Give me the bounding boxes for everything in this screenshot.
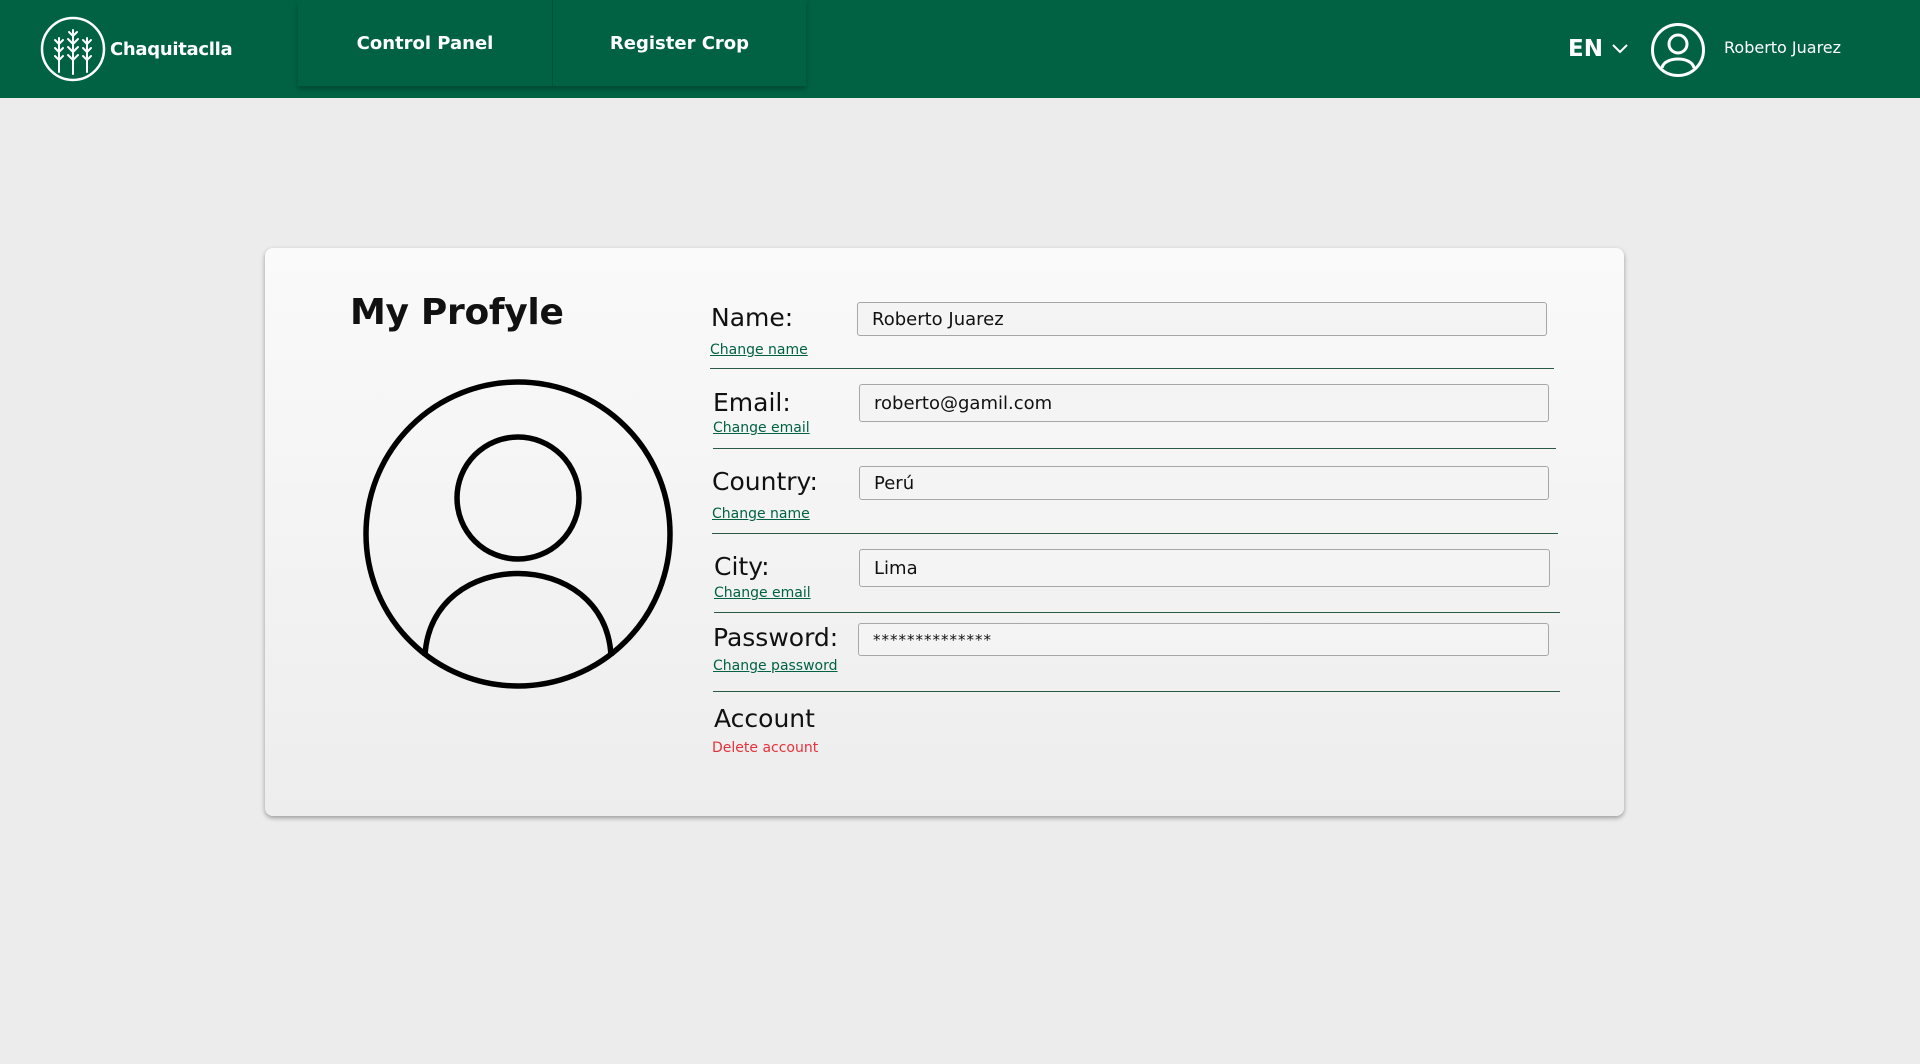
language-code: EN xyxy=(1568,36,1603,62)
nav-register-crop[interactable]: Register Crop xyxy=(552,0,806,86)
change-password-link[interactable]: Change password xyxy=(713,658,838,674)
change-country-link[interactable]: Change name xyxy=(712,506,810,522)
country-label: Country: xyxy=(712,467,818,496)
profile-avatar-icon xyxy=(363,379,673,689)
app-logo[interactable]: Chaquitaclla xyxy=(40,16,233,82)
chevron-down-icon xyxy=(1612,44,1628,54)
password-field[interactable]: ************** xyxy=(858,623,1549,656)
divider xyxy=(710,368,1554,369)
password-label: Password: xyxy=(713,623,839,652)
email-label: Email: xyxy=(713,388,791,417)
page-title: My Profyle xyxy=(350,292,564,333)
profile-card: My Profyle Name: Roberto Juarez Change n… xyxy=(265,248,1624,816)
change-email-link[interactable]: Change email xyxy=(713,420,810,436)
user-name[interactable]: Roberto Juarez xyxy=(1724,38,1841,57)
app-name: Chaquitaclla xyxy=(110,38,233,60)
delete-account-link[interactable]: Delete account xyxy=(712,740,818,756)
user-avatar-icon[interactable] xyxy=(1650,22,1706,78)
divider xyxy=(712,533,1558,534)
language-selector[interactable]: EN xyxy=(1568,32,1629,66)
change-name-link[interactable]: Change name xyxy=(710,342,808,358)
account-label: Account xyxy=(714,704,815,733)
divider xyxy=(714,612,1560,613)
top-navbar: Chaquitaclla Control Panel Register Crop… xyxy=(0,0,1920,98)
country-field[interactable]: Perú xyxy=(859,466,1549,500)
city-label: City: xyxy=(714,552,770,581)
divider xyxy=(713,448,1556,449)
change-city-link[interactable]: Change email xyxy=(714,585,811,601)
email-field[interactable]: roberto@gamil.com xyxy=(859,384,1549,422)
city-field[interactable]: Lima xyxy=(859,549,1550,587)
nav-control-panel[interactable]: Control Panel xyxy=(298,0,552,86)
name-label: Name: xyxy=(711,303,794,332)
wheat-logo-icon xyxy=(40,16,106,82)
main-nav: Control Panel Register Crop xyxy=(298,0,806,86)
name-field[interactable]: Roberto Juarez xyxy=(857,302,1547,336)
divider xyxy=(713,691,1560,692)
